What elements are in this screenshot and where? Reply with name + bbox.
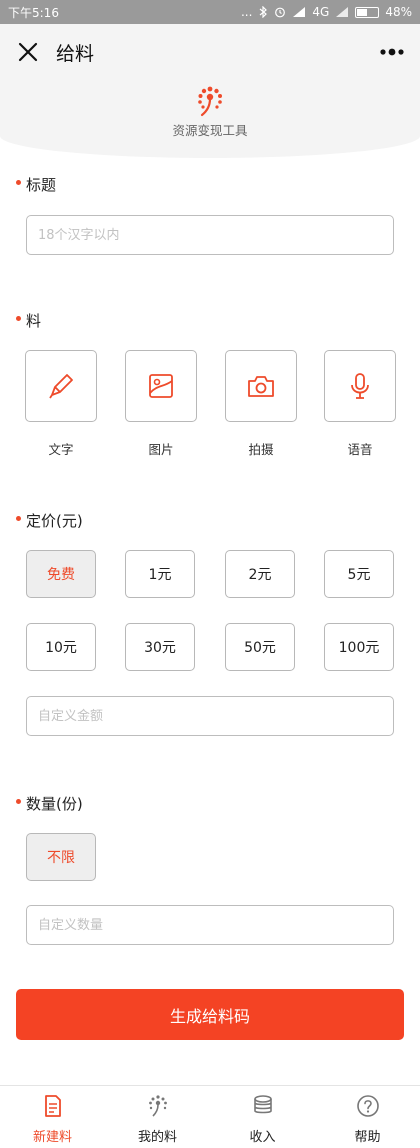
- title-input[interactable]: [26, 215, 394, 255]
- signal-icon-2: [336, 7, 349, 17]
- tool-image-label: 图片: [148, 442, 174, 457]
- tool-voice-label: 语音: [347, 442, 373, 457]
- tab-help[interactable]: 帮助: [315, 1086, 420, 1148]
- network-label: 4G: [312, 5, 330, 19]
- content-section-label: 料: [16, 310, 41, 331]
- hero-tagline: 资源变现工具: [172, 123, 248, 138]
- status-icons: ... 4G 48%: [241, 5, 412, 19]
- title-label-text: 标题: [26, 176, 57, 194]
- tool-text-button[interactable]: [25, 350, 97, 422]
- required-dot: [16, 799, 21, 804]
- seed-icon: [149, 1095, 167, 1117]
- tab-mine[interactable]: 我的料: [105, 1086, 210, 1148]
- quantity-section-label: 数量(份): [16, 793, 83, 814]
- seed-logo-icon: [198, 86, 222, 117]
- generate-code-button[interactable]: 生成给料码: [16, 989, 404, 1040]
- required-dot: [16, 516, 21, 521]
- tool-text-label: 文字: [48, 442, 74, 457]
- nav-bar: 给料: [0, 24, 420, 80]
- hero-banner: 资源变现工具: [0, 80, 420, 158]
- document-icon: [45, 1095, 61, 1117]
- tool-voice-button[interactable]: [324, 350, 396, 422]
- battery-percent: 48%: [385, 5, 412, 19]
- tool-camera-button[interactable]: [225, 350, 297, 422]
- price-option-1[interactable]: 1元: [125, 550, 195, 598]
- price-option-free[interactable]: 免费: [26, 550, 96, 598]
- custom-quantity-input[interactable]: [26, 905, 394, 945]
- microphone-icon: [351, 373, 369, 399]
- content-label-text: 料: [26, 312, 42, 330]
- bluetooth-icon: [260, 6, 268, 18]
- tab-mine-label: 我的料: [137, 1130, 177, 1145]
- close-icon: [18, 42, 38, 62]
- custom-price-input[interactable]: [26, 696, 394, 736]
- price-label-text: 定价(元): [26, 512, 83, 530]
- status-bar: 下午5:16 ... 4G 48%: [0, 0, 420, 24]
- tab-new-label: 新建料: [32, 1130, 72, 1145]
- camera-icon: [248, 376, 274, 397]
- page-title: 给料: [56, 42, 95, 65]
- price-section-label: 定价(元): [16, 510, 83, 531]
- status-dots: ...: [240, 5, 253, 19]
- required-dot: [16, 316, 21, 321]
- price-option-50[interactable]: 50元: [225, 623, 295, 671]
- title-section-label: 标题: [16, 174, 56, 195]
- tool-image-button[interactable]: [125, 350, 197, 422]
- battery-icon: [355, 6, 380, 18]
- close-button[interactable]: [0, 24, 56, 80]
- tab-help-label: 帮助: [354, 1130, 381, 1145]
- required-dot: [16, 180, 21, 185]
- image-icon: [149, 374, 173, 398]
- help-icon: [357, 1095, 379, 1117]
- tab-new[interactable]: 新建料: [0, 1086, 105, 1148]
- price-option-30[interactable]: 30元: [125, 623, 195, 671]
- alarm-icon: [275, 7, 286, 18]
- quantity-option-unlimited[interactable]: 不限: [26, 833, 96, 881]
- price-option-5[interactable]: 5元: [324, 550, 394, 598]
- pen-icon: [49, 374, 73, 399]
- more-dots-icon: [380, 48, 404, 56]
- coins-icon: [254, 1095, 272, 1114]
- tool-camera-label: 拍摄: [248, 442, 274, 457]
- tab-income[interactable]: 收入: [210, 1086, 315, 1148]
- bottom-tab-bar: 新建料 我的料 收入 帮助: [0, 1085, 420, 1148]
- quantity-label-text: 数量(份): [26, 795, 83, 813]
- more-button[interactable]: [376, 38, 408, 66]
- price-option-2[interactable]: 2元: [225, 550, 295, 598]
- price-option-10[interactable]: 10元: [26, 623, 96, 671]
- tab-income-label: 收入: [249, 1130, 276, 1145]
- status-time: 下午5:16: [8, 5, 59, 20]
- price-option-100[interactable]: 100元: [324, 623, 394, 671]
- signal-icon: [293, 7, 306, 17]
